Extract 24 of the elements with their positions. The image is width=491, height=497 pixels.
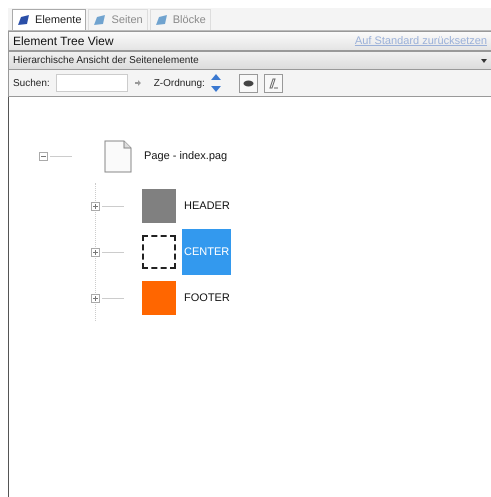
format-button[interactable]: [264, 74, 283, 92]
collapse-icon[interactable]: [39, 152, 48, 160]
z-order-label: Z-Ordnung:: [154, 78, 205, 88]
tree-item[interactable]: FOOTER: [182, 292, 232, 304]
expand-icon[interactable]: [91, 202, 100, 210]
arrow-icon[interactable]: [134, 79, 142, 87]
eye-button[interactable]: [238, 74, 258, 92]
view-dropdown[interactable]: Hierarchische Ansicht der Seitenelemente: [8, 51, 491, 70]
eye-icon: [242, 80, 254, 86]
tab-icon: [154, 14, 169, 26]
page-icon: [104, 140, 132, 172]
search-label: Suchen:: [13, 78, 50, 88]
expand-icon[interactable]: [91, 294, 100, 302]
format-icon: [268, 78, 279, 88]
dropdown-arrow-icon: [481, 58, 487, 62]
expand-icon[interactable]: [91, 248, 100, 256]
up-down-arrows-icon[interactable]: [210, 74, 221, 92]
tab[interactable]: Elemente: [12, 9, 86, 30]
tab-icon: [93, 14, 108, 26]
search-field[interactable]: [56, 74, 128, 92]
tree-item[interactable]: HEADER: [182, 200, 232, 212]
tree-item[interactable]: Page - index.pag: [142, 150, 230, 162]
panel-title: Element Tree View: [13, 34, 114, 48]
tab-icon: [17, 14, 31, 26]
